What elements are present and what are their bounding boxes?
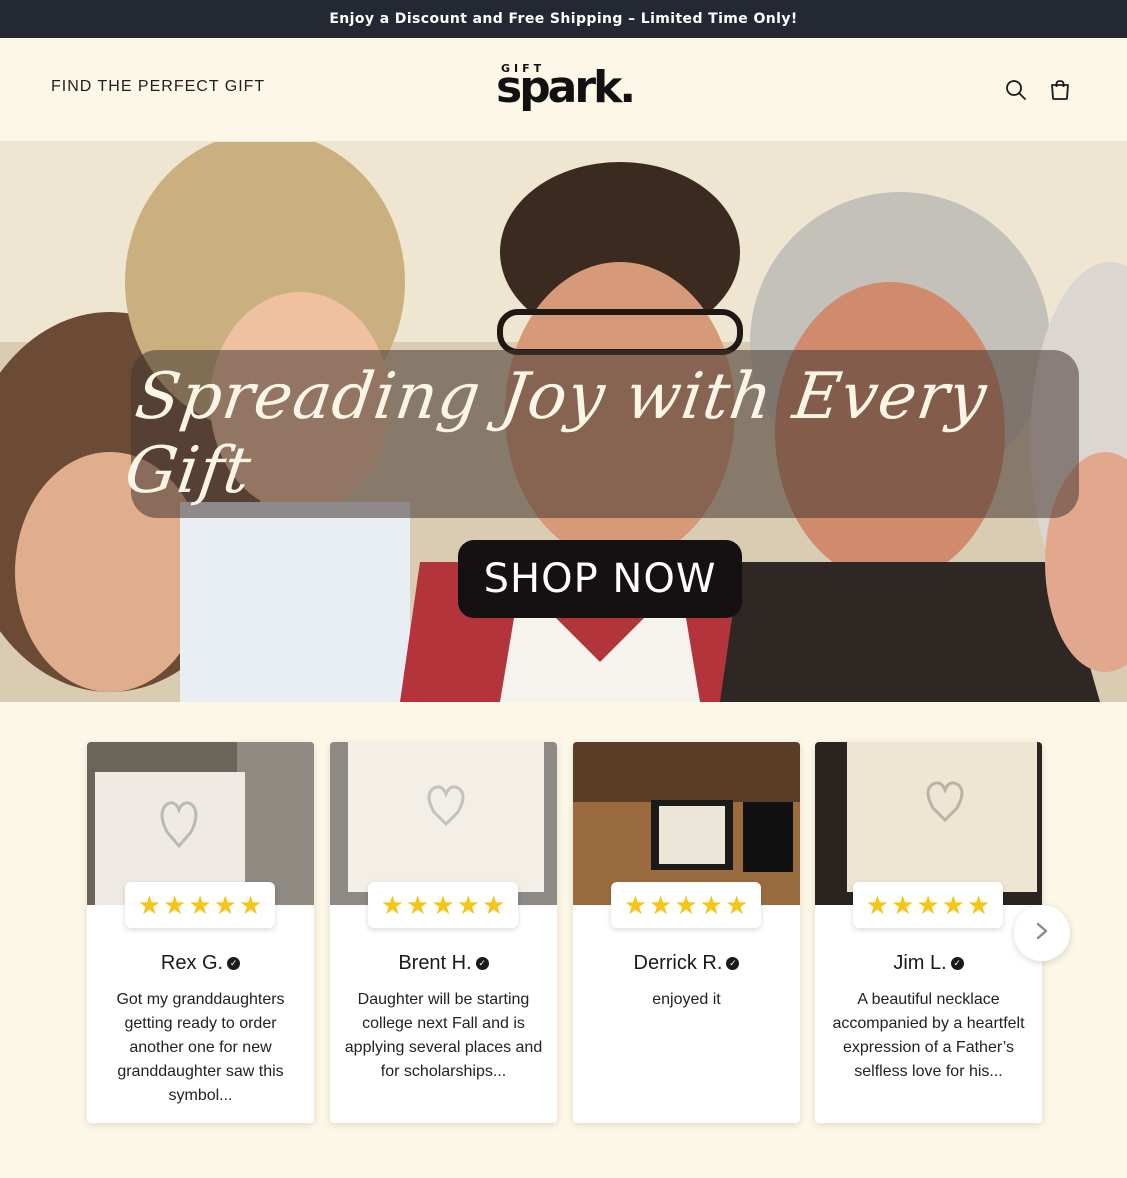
hero-banner[interactable]: Spreading Joy with Every Gift SHOP NOW <box>0 142 1127 702</box>
star-icon: ★ <box>649 889 673 920</box>
reviewer-name: Derrick R. <box>633 952 723 974</box>
star-icon: ★ <box>238 889 263 920</box>
review-card[interactable]: ★ ★ ★ ★ ★ Brent H. ✓ Daughter will be startin… <box>330 742 557 1123</box>
star-icon: ★ <box>699 889 723 920</box>
star-icon: ★ <box>406 889 430 920</box>
review-text: Got my granddaughters getting ready to o… <box>116 991 285 1104</box>
reviewer-name: Jim L. <box>893 952 947 974</box>
review-photo <box>573 742 800 905</box>
announcement-bar: Enjoy a Discount and Free Shipping – Lim… <box>0 0 1127 38</box>
review-card[interactable]: ★ ★ ★ ★ ★ Derrick R. ✓ enjoyed it <box>573 742 800 1123</box>
site-header: FIND THE PERFECT GIFT GIFT spark. <box>0 38 1127 142</box>
star-icon: ★ <box>674 889 698 920</box>
star-icon: ★ <box>163 889 187 920</box>
logo-main-text: spark. <box>496 62 636 113</box>
verified-check-icon: ✓ <box>475 957 489 971</box>
review-photo <box>330 742 557 905</box>
star-icon: ★ <box>188 889 212 920</box>
reviewer-name-row: Brent H. ✓ <box>330 952 557 975</box>
search-icon[interactable] <box>1004 78 1028 102</box>
star-icon: ★ <box>481 889 506 920</box>
reviewer-name-row: Jim L. ✓ <box>815 952 1042 975</box>
verified-check-icon: ✓ <box>950 957 964 971</box>
reviewer-name-row: Derrick R. ✓ <box>573 952 800 975</box>
star-icon: ★ <box>431 889 455 920</box>
review-card[interactable]: ★ ★ ★ ★ ★ Jim L. ✓ A beautiful necklace accom… <box>815 742 1042 1123</box>
reviewer-name-row: Rex G. ✓ <box>87 952 314 975</box>
review-photo <box>815 742 1042 905</box>
hero-headline: Spreading Joy with Every Gift <box>120 360 992 508</box>
review-photo <box>87 742 314 905</box>
cart-icon[interactable] <box>1048 78 1072 102</box>
reviewer-name: Brent H. <box>398 952 472 974</box>
star-rating: ★ ★ ★ ★ ★ <box>611 882 761 928</box>
shop-now-button[interactable]: SHOP NOW <box>458 540 742 618</box>
star-icon: ★ <box>213 889 237 920</box>
star-icon: ★ <box>966 889 991 920</box>
verified-check-icon: ✓ <box>726 957 740 971</box>
star-icon: ★ <box>380 889 405 920</box>
star-icon: ★ <box>724 889 749 920</box>
star-icon: ★ <box>891 889 915 920</box>
star-icon: ★ <box>865 889 890 920</box>
star-icon: ★ <box>456 889 480 920</box>
reviews-carousel: ★ ★ ★ ★ ★ Rex G. ✓ Got my granddaughters gett… <box>0 702 1127 1178</box>
verified-check-icon: ✓ <box>227 957 241 971</box>
review-text: A beautiful necklace accompanied by a he… <box>832 991 1025 1080</box>
logo[interactable]: GIFT spark. <box>496 60 636 118</box>
announcement-text: Enjoy a Discount and Free Shipping – Lim… <box>329 11 798 27</box>
carousel-next-button[interactable] <box>1014 905 1070 961</box>
star-icon: ★ <box>623 889 648 920</box>
hero-headline-panel: Spreading Joy with Every Gift <box>121 350 1079 518</box>
review-card[interactable]: ★ ★ ★ ★ ★ Rex G. ✓ Got my granddaughters gett… <box>87 742 314 1123</box>
review-text: enjoyed it <box>652 991 721 1008</box>
chevron-right-icon <box>1034 921 1050 946</box>
star-icon: ★ <box>916 889 940 920</box>
reviewer-name: Rex G. <box>160 952 224 974</box>
star-icon: ★ <box>137 889 162 920</box>
star-rating: ★ ★ ★ ★ ★ <box>853 882 1003 928</box>
star-rating: ★ ★ ★ ★ ★ <box>125 882 275 928</box>
review-text: Daughter will be starting college next F… <box>344 991 543 1080</box>
nav-link-find-gift[interactable]: FIND THE PERFECT GIFT <box>51 78 265 96</box>
star-rating: ★ ★ ★ ★ ★ <box>368 882 518 928</box>
star-icon: ★ <box>941 889 965 920</box>
